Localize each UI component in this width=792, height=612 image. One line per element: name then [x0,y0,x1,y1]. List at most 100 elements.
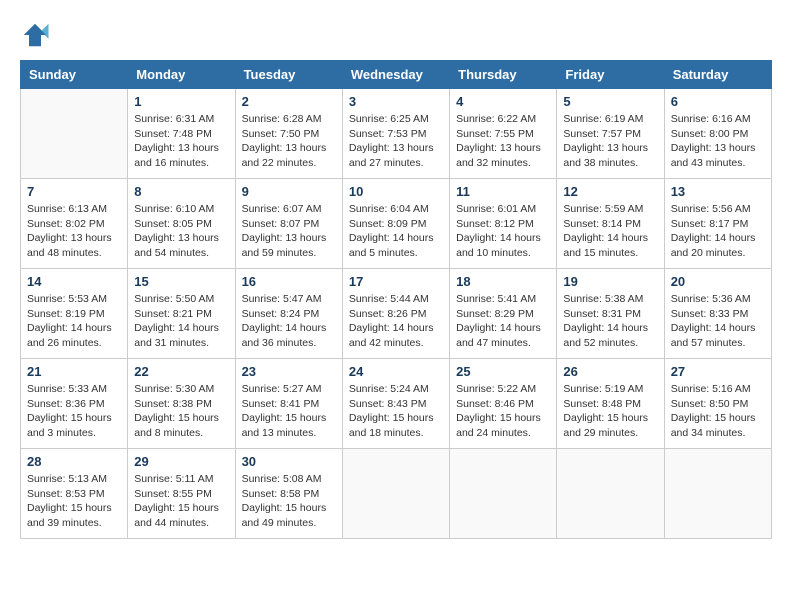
calendar-cell: 6 Sunrise: 6:16 AM Sunset: 8:00 PM Daylig… [664,89,771,179]
day-number: 10 [349,184,443,199]
calendar-cell: 4 Sunrise: 6:22 AM Sunset: 7:55 PM Daylig… [450,89,557,179]
calendar-cell: 16 Sunrise: 5:47 AM Sunset: 8:24 PM Dayli… [235,269,342,359]
day-number: 7 [27,184,121,199]
logo-icon [20,20,50,50]
calendar-cell: 10 Sunrise: 6:04 AM Sunset: 8:09 PM Dayli… [342,179,449,269]
day-info: Sunrise: 6:04 AM Sunset: 8:09 PM Dayligh… [349,202,443,261]
calendar-cell [342,449,449,539]
weekday-header-wednesday: Wednesday [342,61,449,89]
weekday-header-friday: Friday [557,61,664,89]
calendar-cell: 9 Sunrise: 6:07 AM Sunset: 8:07 PM Daylig… [235,179,342,269]
calendar-week-row: 7 Sunrise: 6:13 AM Sunset: 8:02 PM Daylig… [21,179,772,269]
calendar-cell: 5 Sunrise: 6:19 AM Sunset: 7:57 PM Daylig… [557,89,664,179]
day-number: 22 [134,364,228,379]
day-info: Sunrise: 6:10 AM Sunset: 8:05 PM Dayligh… [134,202,228,261]
day-info: Sunrise: 5:33 AM Sunset: 8:36 PM Dayligh… [27,382,121,441]
day-info: Sunrise: 5:24 AM Sunset: 8:43 PM Dayligh… [349,382,443,441]
day-number: 2 [242,94,336,109]
calendar-cell: 29 Sunrise: 5:11 AM Sunset: 8:55 PM Dayli… [128,449,235,539]
day-number: 15 [134,274,228,289]
day-number: 6 [671,94,765,109]
day-info: Sunrise: 5:41 AM Sunset: 8:29 PM Dayligh… [456,292,550,351]
calendar-week-row: 21 Sunrise: 5:33 AM Sunset: 8:36 PM Dayli… [21,359,772,449]
day-number: 11 [456,184,550,199]
calendar-cell: 18 Sunrise: 5:41 AM Sunset: 8:29 PM Dayli… [450,269,557,359]
day-number: 29 [134,454,228,469]
day-number: 27 [671,364,765,379]
day-number: 17 [349,274,443,289]
calendar-cell: 20 Sunrise: 5:36 AM Sunset: 8:33 PM Dayli… [664,269,771,359]
weekday-header-tuesday: Tuesday [235,61,342,89]
page-header [20,20,772,50]
day-info: Sunrise: 5:50 AM Sunset: 8:21 PM Dayligh… [134,292,228,351]
day-number: 19 [563,274,657,289]
day-info: Sunrise: 5:19 AM Sunset: 8:48 PM Dayligh… [563,382,657,441]
day-number: 14 [27,274,121,289]
calendar-cell: 26 Sunrise: 5:19 AM Sunset: 8:48 PM Dayli… [557,359,664,449]
day-info: Sunrise: 6:22 AM Sunset: 7:55 PM Dayligh… [456,112,550,171]
weekday-header-row: SundayMondayTuesdayWednesdayThursdayFrid… [21,61,772,89]
day-number: 21 [27,364,121,379]
calendar-cell [664,449,771,539]
day-info: Sunrise: 6:19 AM Sunset: 7:57 PM Dayligh… [563,112,657,171]
calendar-cell: 15 Sunrise: 5:50 AM Sunset: 8:21 PM Dayli… [128,269,235,359]
calendar-header: SundayMondayTuesdayWednesdayThursdayFrid… [21,61,772,89]
day-number: 24 [349,364,443,379]
logo [20,20,54,50]
day-number: 18 [456,274,550,289]
calendar-cell: 17 Sunrise: 5:44 AM Sunset: 8:26 PM Dayli… [342,269,449,359]
day-info: Sunrise: 5:22 AM Sunset: 8:46 PM Dayligh… [456,382,550,441]
day-number: 3 [349,94,443,109]
day-number: 20 [671,274,765,289]
day-info: Sunrise: 5:56 AM Sunset: 8:17 PM Dayligh… [671,202,765,261]
day-number: 16 [242,274,336,289]
calendar-cell [450,449,557,539]
calendar-cell: 14 Sunrise: 5:53 AM Sunset: 8:19 PM Dayli… [21,269,128,359]
day-info: Sunrise: 5:11 AM Sunset: 8:55 PM Dayligh… [134,472,228,531]
calendar-cell: 7 Sunrise: 6:13 AM Sunset: 8:02 PM Daylig… [21,179,128,269]
day-info: Sunrise: 5:38 AM Sunset: 8:31 PM Dayligh… [563,292,657,351]
calendar-week-row: 1Sunrise: 6:31 AM Sunset: 7:48 PM Daylig… [21,89,772,179]
calendar-cell: 3 Sunrise: 6:25 AM Sunset: 7:53 PM Daylig… [342,89,449,179]
day-number: 5 [563,94,657,109]
calendar-body: 1Sunrise: 6:31 AM Sunset: 7:48 PM Daylig… [21,89,772,539]
day-number: 23 [242,364,336,379]
calendar-cell: 23Sunrise: 5:27 AM Sunset: 8:41 PM Dayli… [235,359,342,449]
day-number: 9 [242,184,336,199]
day-info: Sunrise: 5:53 AM Sunset: 8:19 PM Dayligh… [27,292,121,351]
day-info: Sunrise: 5:44 AM Sunset: 8:26 PM Dayligh… [349,292,443,351]
calendar-cell: 1Sunrise: 6:31 AM Sunset: 7:48 PM Daylig… [128,89,235,179]
day-info: Sunrise: 6:25 AM Sunset: 7:53 PM Dayligh… [349,112,443,171]
weekday-header-thursday: Thursday [450,61,557,89]
day-info: Sunrise: 6:07 AM Sunset: 8:07 PM Dayligh… [242,202,336,261]
calendar-cell: 11Sunrise: 6:01 AM Sunset: 8:12 PM Dayli… [450,179,557,269]
weekday-header-saturday: Saturday [664,61,771,89]
day-info: Sunrise: 6:16 AM Sunset: 8:00 PM Dayligh… [671,112,765,171]
calendar-cell: 30 Sunrise: 5:08 AM Sunset: 8:58 PM Dayli… [235,449,342,539]
calendar-cell: 2 Sunrise: 6:28 AM Sunset: 7:50 PM Daylig… [235,89,342,179]
day-number: 26 [563,364,657,379]
day-info: Sunrise: 5:08 AM Sunset: 8:58 PM Dayligh… [242,472,336,531]
day-info: Sunrise: 6:13 AM Sunset: 8:02 PM Dayligh… [27,202,121,261]
calendar-week-row: 14 Sunrise: 5:53 AM Sunset: 8:19 PM Dayli… [21,269,772,359]
calendar-cell: 22Sunrise: 5:30 AM Sunset: 8:38 PM Dayli… [128,359,235,449]
day-info: Sunrise: 6:28 AM Sunset: 7:50 PM Dayligh… [242,112,336,171]
day-info: Sunrise: 5:36 AM Sunset: 8:33 PM Dayligh… [671,292,765,351]
weekday-header-sunday: Sunday [21,61,128,89]
day-number: 8 [134,184,228,199]
weekday-header-monday: Monday [128,61,235,89]
day-info: Sunrise: 5:13 AM Sunset: 8:53 PM Dayligh… [27,472,121,531]
calendar-cell: 27Sunrise: 5:16 AM Sunset: 8:50 PM Dayli… [664,359,771,449]
calendar-cell: 8 Sunrise: 6:10 AM Sunset: 8:05 PM Daylig… [128,179,235,269]
day-number: 30 [242,454,336,469]
calendar-cell: 25Sunrise: 5:22 AM Sunset: 8:46 PM Dayli… [450,359,557,449]
day-number: 28 [27,454,121,469]
day-number: 4 [456,94,550,109]
calendar-cell: 12 Sunrise: 5:59 AM Sunset: 8:14 PM Dayli… [557,179,664,269]
day-number: 12 [563,184,657,199]
day-number: 1 [134,94,228,109]
day-number: 13 [671,184,765,199]
day-info: Sunrise: 5:59 AM Sunset: 8:14 PM Dayligh… [563,202,657,261]
day-info: Sunrise: 5:47 AM Sunset: 8:24 PM Dayligh… [242,292,336,351]
calendar-cell: 24 Sunrise: 5:24 AM Sunset: 8:43 PM Dayli… [342,359,449,449]
